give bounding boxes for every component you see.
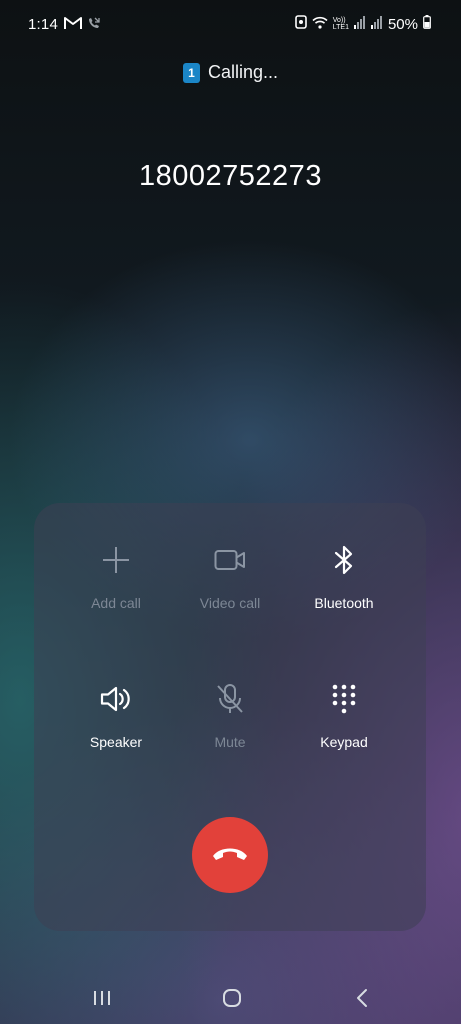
mute-label: Mute	[214, 734, 246, 750]
video-call-label: Video call	[199, 595, 261, 611]
battery-icon	[423, 15, 431, 33]
keypad-icon	[324, 679, 364, 719]
bluetooth-label: Bluetooth	[314, 595, 374, 611]
back-icon[interactable]	[342, 983, 382, 1013]
bluetooth-icon	[324, 540, 364, 580]
speaker-icon	[96, 679, 136, 719]
navigation-bar	[0, 975, 461, 1024]
battery-percent: 50%	[387, 15, 418, 33]
keypad-label: Keypad	[320, 734, 368, 750]
home-icon[interactable]	[212, 983, 252, 1013]
microphone-muted-icon	[210, 679, 250, 719]
bluetooth-button[interactable]: Bluetooth	[279, 540, 409, 650]
system-status-icons: Vo)) LTE1 50%	[294, 15, 431, 33]
gmail-icon	[64, 16, 82, 34]
add-call-label: Add call	[91, 595, 141, 611]
wifi-icon	[312, 16, 328, 33]
volte-icon: Vo)) LTE1	[332, 17, 349, 31]
profile-lock-icon	[294, 15, 307, 33]
speaker-button[interactable]: Speaker	[51, 679, 181, 789]
end-call-button[interactable]	[192, 817, 268, 893]
notification-icons	[64, 16, 101, 34]
sim-badge: 1	[182, 62, 200, 83]
call-status-text: Calling...	[207, 62, 279, 82]
mute-button[interactable]: Mute	[165, 679, 295, 789]
video-call-button[interactable]: Video call	[165, 540, 295, 650]
status-bar: 1:14 Vo)) LTE1 50%	[0, 0, 461, 52]
add-call-button[interactable]: Add call	[51, 540, 181, 650]
phone-number: 18002752273	[139, 160, 322, 192]
signal-icon-2	[370, 15, 383, 33]
end-call-icon	[210, 843, 250, 868]
missed-call-icon	[87, 16, 101, 34]
call-status-row: 1 Calling...	[0, 62, 461, 83]
plus-icon	[96, 540, 136, 580]
keypad-button[interactable]: Keypad	[279, 679, 409, 789]
video-camera-icon	[210, 540, 250, 580]
recent-apps-icon[interactable]	[82, 983, 122, 1013]
signal-icon	[353, 15, 366, 33]
speaker-label: Speaker	[89, 734, 143, 750]
status-time: 1:14	[28, 16, 58, 33]
